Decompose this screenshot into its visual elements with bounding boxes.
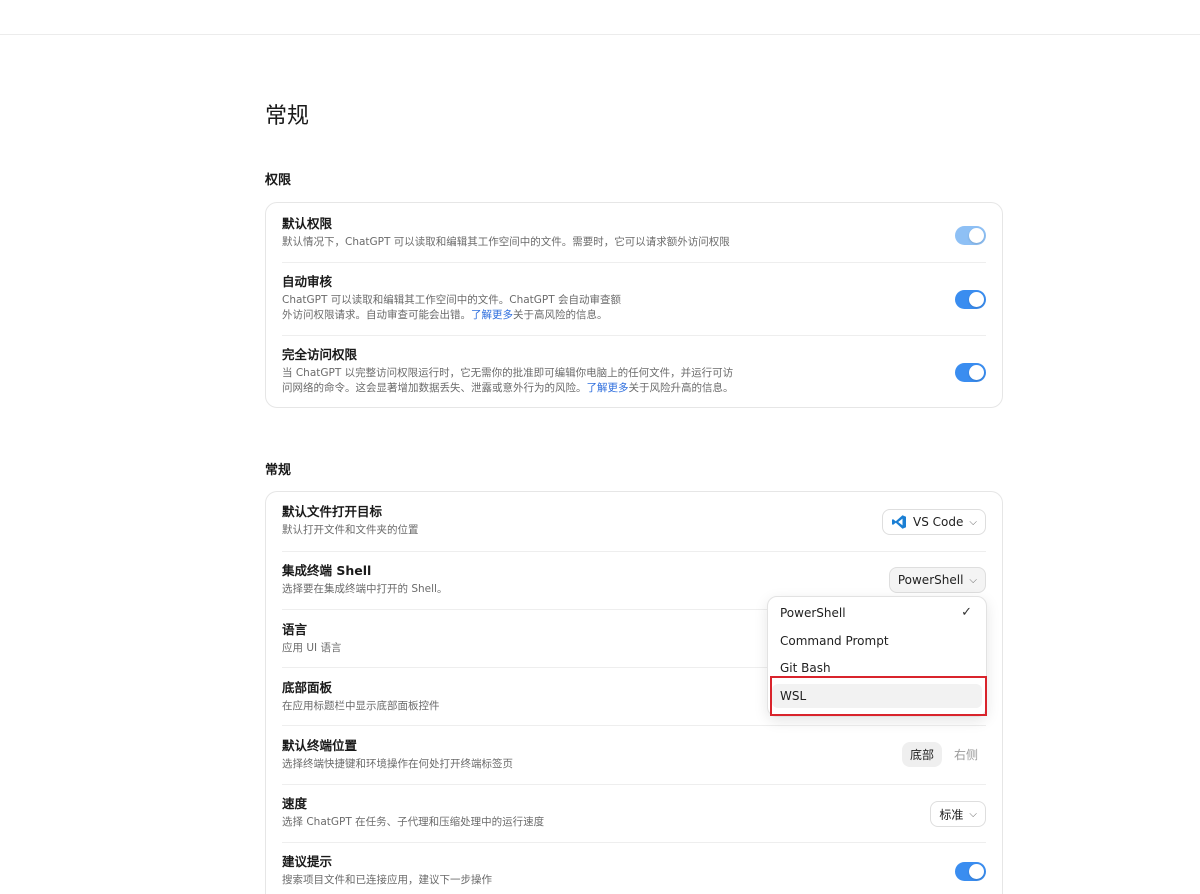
divider [282,262,986,263]
toggle-knob [969,228,984,243]
vscode-icon [892,515,907,529]
full-access-learn-more-link[interactable]: 了解更多 [587,382,629,394]
default-permission-toggle[interactable] [955,226,986,245]
speed-title: 速度 [282,796,308,811]
divider [282,842,986,843]
auto-review-desc-tail: 关于高风险的信息。 [513,309,608,321]
file-target-row: 默认文件打开目标 默认打开文件和文件夹的位置 VS Code ⌵ [282,504,986,544]
general-section-title: 常规 [265,463,292,478]
file-target-title: 默认文件打开目标 [282,504,383,519]
auto-review-row: 自动审核 ChatGPT 可以读取和编辑其工作空间中的文件。ChatGPT 会自… [282,274,986,330]
window-top-bar [0,0,1200,35]
divider [282,784,986,785]
checkmark-icon: ✓ [961,605,972,620]
toggle-knob [969,292,984,307]
suggestions-title: 建议提示 [282,854,333,869]
full-access-desc-text: 问网络的命令。这会显著增加数据丢失、泄露或意外行为的风险。 [282,382,587,394]
toggle-knob [969,864,984,879]
default-permission-row: 默认权限 默认情况下，ChatGPT 可以读取和编辑其工作空间中的文件。需要时，… [282,216,986,256]
shell-value: PowerShell [897,573,964,587]
speed-value: 标准 [939,807,964,822]
shell-option-label: PowerShell [780,606,846,620]
divider [282,551,986,552]
auto-review-desc-line2: 外访问权限请求。自动审查可能会出错。了解更多关于高风险的信息。 [282,308,986,323]
auto-review-desc-line1: ChatGPT 可以读取和编辑其工作空间中的文件。ChatGPT 会自动审查额 [282,294,622,306]
terminal-position-desc: 选择终端快捷键和环境操作在何处打开终端标签页 [282,758,513,770]
speed-row: 速度 选择 ChatGPT 在任务、子代理和压缩处理中的运行速度 标准 ⌵ [282,796,986,836]
terminal-position-title: 默认终端位置 [282,738,358,753]
full-access-desc-line1: 当 ChatGPT 以完整访问权限运行时，它无需你的批准即可编辑你电脑上的任何文… [282,367,734,379]
full-access-desc-tail: 关于风险升高的信息。 [628,382,734,394]
speed-select[interactable]: 标准 ⌵ [930,801,986,827]
auto-review-learn-more-link[interactable]: 了解更多 [471,309,513,321]
full-access-desc-line2: 问网络的命令。这会显著增加数据丢失、泄露或意外行为的风险。了解更多关于风险升高的… [282,381,986,396]
wsl-highlight-annotation [770,676,987,716]
chevron-down-icon: ⌵ [969,516,977,528]
full-access-toggle[interactable] [955,363,986,382]
permissions-section-title: 权限 [265,173,292,188]
terminal-position-bottom-option[interactable]: 底部 [901,742,942,767]
shell-option-command-prompt[interactable]: Command Prompt [772,629,982,653]
toggle-knob [969,365,984,380]
auto-review-desc-text: 外访问权限请求。自动审查可能会出错。 [282,309,471,321]
default-permission-title: 默认权限 [282,216,333,231]
terminal-position-row: 默认终端位置 选择终端快捷键和环境操作在何处打开终端标签页 底部 右侧 [282,738,986,778]
page-title: 常规 [265,104,310,129]
file-target-value: VS Code [913,515,964,529]
divider [282,725,986,726]
auto-review-title: 自动审核 [282,274,333,289]
suggestions-toggle[interactable] [955,862,986,881]
shell-option-label: Git Bash [780,661,831,675]
chevron-down-icon: ⌵ [969,574,977,586]
auto-review-desc: ChatGPT 可以读取和编辑其工作空间中的文件。ChatGPT 会自动审查额 … [282,293,986,323]
auto-review-toggle[interactable] [955,290,986,309]
terminal-position-right-option[interactable]: 右侧 [946,742,986,767]
speed-desc: 选择 ChatGPT 在任务、子代理和压缩处理中的运行速度 [282,816,545,828]
full-access-row: 完全访问权限 当 ChatGPT 以完整访问权限运行时，它无需你的批准即可编辑你… [282,347,986,403]
terminal-position-segmented: 底部 右侧 [901,742,986,767]
shell-option-label: Command Prompt [780,634,889,648]
divider [282,335,986,336]
permissions-card: 默认权限 默认情况下，ChatGPT 可以读取和编辑其工作空间中的文件。需要时，… [265,202,1003,408]
shell-select[interactable]: PowerShell ⌵ [888,567,986,593]
chevron-down-icon: ⌵ [969,808,977,820]
file-target-select[interactable]: VS Code ⌵ [882,509,986,535]
suggestions-row: 建议提示 搜索项目文件和已连接应用，建议下一步操作 [282,854,986,894]
full-access-title: 完全访问权限 [282,347,358,362]
suggestions-desc: 搜索项目文件和已连接应用，建议下一步操作 [282,874,492,886]
full-access-desc: 当 ChatGPT 以完整访问权限运行时，它无需你的批准即可编辑你电脑上的任何文… [282,366,986,396]
shell-title: 集成终端 Shell [282,563,372,578]
shell-desc: 选择要在集成终端中打开的 Shell。 [282,583,448,595]
file-target-desc: 默认打开文件和文件夹的位置 [282,524,419,536]
default-permission-desc: 默认情况下，ChatGPT 可以读取和编辑其工作空间中的文件。需要时，它可以请求… [282,236,730,248]
shell-option-powershell[interactable]: PowerShell ✓ [772,601,982,625]
